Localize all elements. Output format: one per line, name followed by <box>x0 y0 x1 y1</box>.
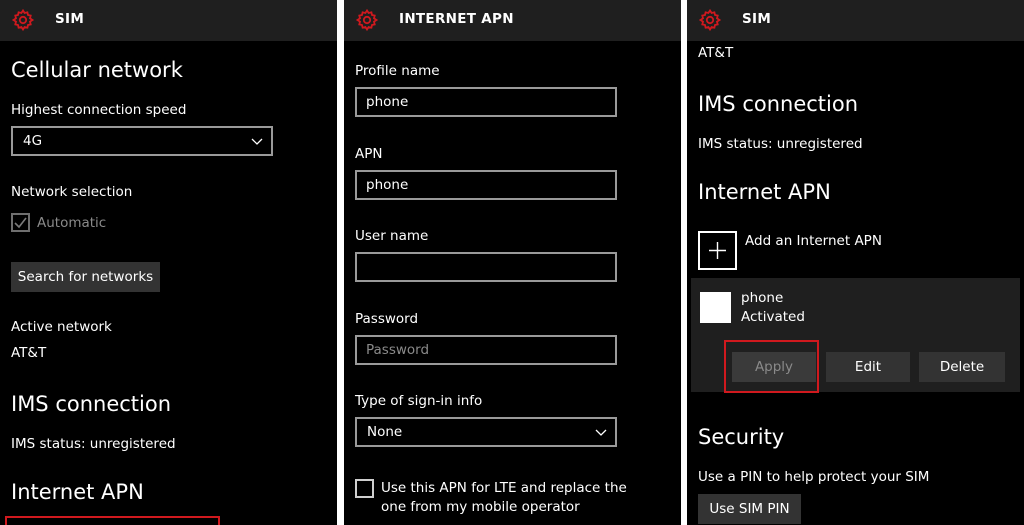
password-placeholder: Password <box>366 342 430 358</box>
add-apn-label[interactable]: Add an Internet APN <box>745 233 882 249</box>
active-network-label: Active network <box>11 319 112 335</box>
ims-connection-heading: IMS connection <box>11 392 172 416</box>
delete-button[interactable]: Delete <box>919 352 1005 382</box>
ims-status: IMS status: unregistered <box>11 436 176 452</box>
highest-speed-label: Highest connection speed <box>11 102 187 118</box>
active-network-value: AT&T <box>11 345 47 361</box>
profile-name-input[interactable]: phone <box>355 87 617 117</box>
internet-apn-screen: INTERNET APN Profile name phone APN phon… <box>344 0 681 525</box>
page-title: SIM <box>55 11 85 27</box>
apn-value: phone <box>366 177 409 193</box>
plus-icon <box>709 242 726 259</box>
chevron-down-icon <box>251 138 263 145</box>
search-for-networks-button[interactable]: Search for networks <box>11 262 160 292</box>
chevron-down-icon <box>595 429 607 436</box>
gear-icon <box>11 8 35 32</box>
profile-name-value: phone <box>366 94 409 110</box>
automatic-label: Automatic <box>37 215 107 231</box>
signin-type-label: Type of sign-in info <box>355 393 483 409</box>
ims-status: IMS status: unregistered <box>698 136 863 152</box>
security-description: Use a PIN to help protect your SIM <box>698 469 930 485</box>
use-sim-pin-button[interactable]: Use SIM PIN <box>698 494 801 524</box>
add-apn-button[interactable] <box>698 231 737 270</box>
gear-icon <box>698 8 722 32</box>
highlight-box <box>724 340 819 393</box>
title-bar: SIM <box>0 0 337 41</box>
page-title: INTERNET APN <box>399 11 514 27</box>
highest-speed-select[interactable]: 4G <box>11 126 273 156</box>
security-heading: Security <box>698 425 785 449</box>
highlight-box <box>5 516 220 525</box>
cellular-network-heading: Cellular network <box>11 58 183 82</box>
gear-icon <box>355 8 379 32</box>
username-input[interactable] <box>355 252 617 282</box>
profile-name-label: Profile name <box>355 63 440 79</box>
sim-settings-screen: SIM Cellular network Highest connection … <box>0 0 337 525</box>
signin-type-select[interactable]: None <box>355 417 617 447</box>
password-label: Password <box>355 311 419 327</box>
password-input[interactable]: Password <box>355 335 617 365</box>
ims-connection-heading: IMS connection <box>698 92 859 116</box>
apn-profile-name: phone <box>741 290 784 306</box>
automatic-checkbox[interactable] <box>11 213 30 232</box>
internet-apn-heading: Internet APN <box>698 180 831 204</box>
network-selection-label: Network selection <box>11 184 133 200</box>
lte-apn-label-line2: one from my mobile operator <box>381 499 580 515</box>
title-bar: INTERNET APN <box>344 0 681 41</box>
lte-apn-label-line1: Use this APN for LTE and replace the <box>381 480 627 496</box>
page-title: SIM <box>742 11 772 27</box>
signin-type-value: None <box>367 424 403 440</box>
lte-apn-checkbox[interactable] <box>355 479 374 498</box>
apn-input[interactable]: phone <box>355 170 617 200</box>
highest-speed-value: 4G <box>23 133 43 149</box>
apn-label: APN <box>355 146 383 162</box>
check-icon <box>14 217 27 229</box>
internet-apn-heading: Internet APN <box>11 480 144 504</box>
apn-profile-status: Activated <box>741 309 805 325</box>
title-bar: SIM <box>687 0 1024 41</box>
username-label: User name <box>355 228 429 244</box>
carrier-name: AT&T <box>698 45 734 61</box>
sim-apn-list-screen: SIM AT&T IMS connection IMS status: unre… <box>687 0 1024 525</box>
edit-button[interactable]: Edit <box>826 352 910 382</box>
apn-profile-icon <box>700 292 731 323</box>
